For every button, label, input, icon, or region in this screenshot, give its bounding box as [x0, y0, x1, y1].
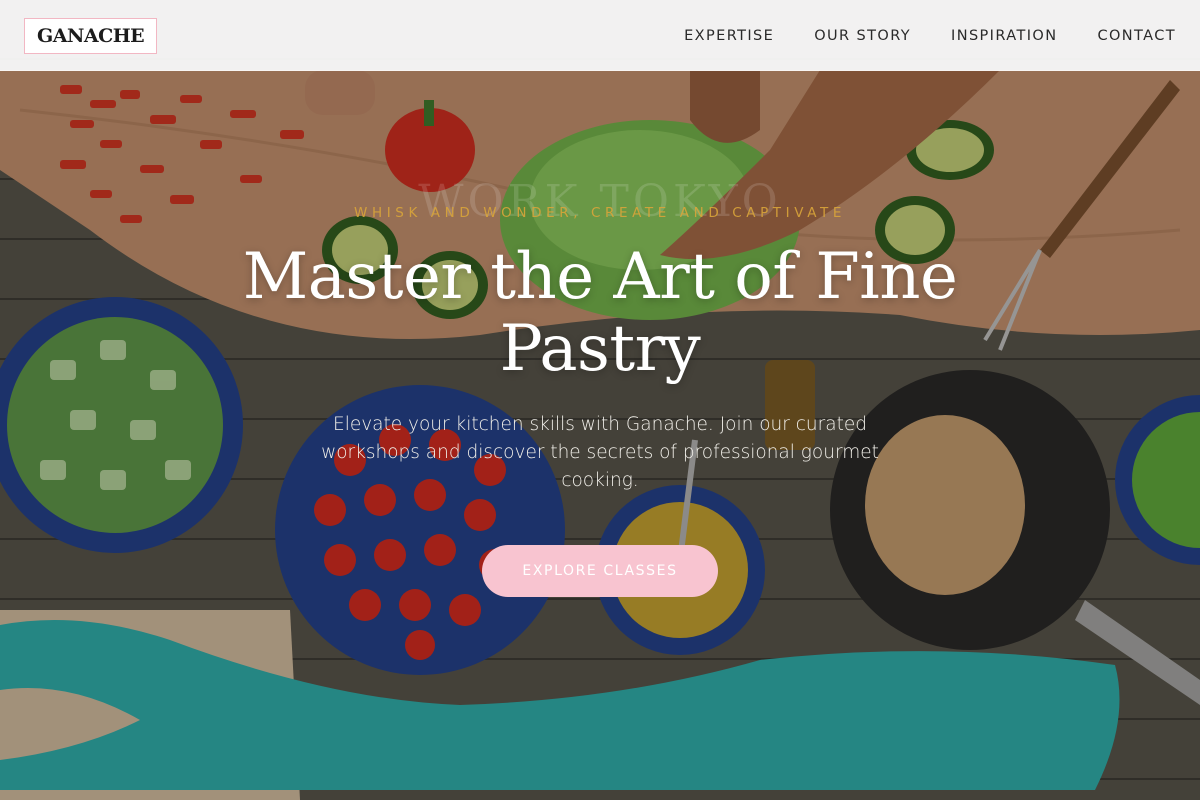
nav-link-contact[interactable]: CONTACT [1097, 28, 1176, 44]
hero-headline: Master the Art of Fine Pastry [242, 240, 958, 386]
hero-content: WHISK AND WONDER, CREATE AND CAPTIVATE M… [0, 205, 1200, 597]
top-navigation-bar: GANACHE EXPERTISE OUR STORY INSPIRATION … [0, 0, 1200, 71]
hero-subtext: Elevate your kitchen skills with Ganache… [321, 414, 879, 491]
nav-link-inspiration[interactable]: INSPIRATION [951, 28, 1057, 44]
nav-link-expertise[interactable]: EXPERTISE [684, 28, 774, 44]
main-nav: EXPERTISE OUR STORY INSPIRATION CONTACT [684, 28, 1176, 44]
hero-eyebrow: WHISK AND WONDER, CREATE AND CAPTIVATE [354, 205, 846, 221]
nav-link-our-story[interactable]: OUR STORY [814, 28, 911, 44]
ganache-logo[interactable]: GANACHE [24, 17, 158, 54]
explore-classes-button[interactable]: EXPLORE CLASSES [482, 545, 718, 597]
